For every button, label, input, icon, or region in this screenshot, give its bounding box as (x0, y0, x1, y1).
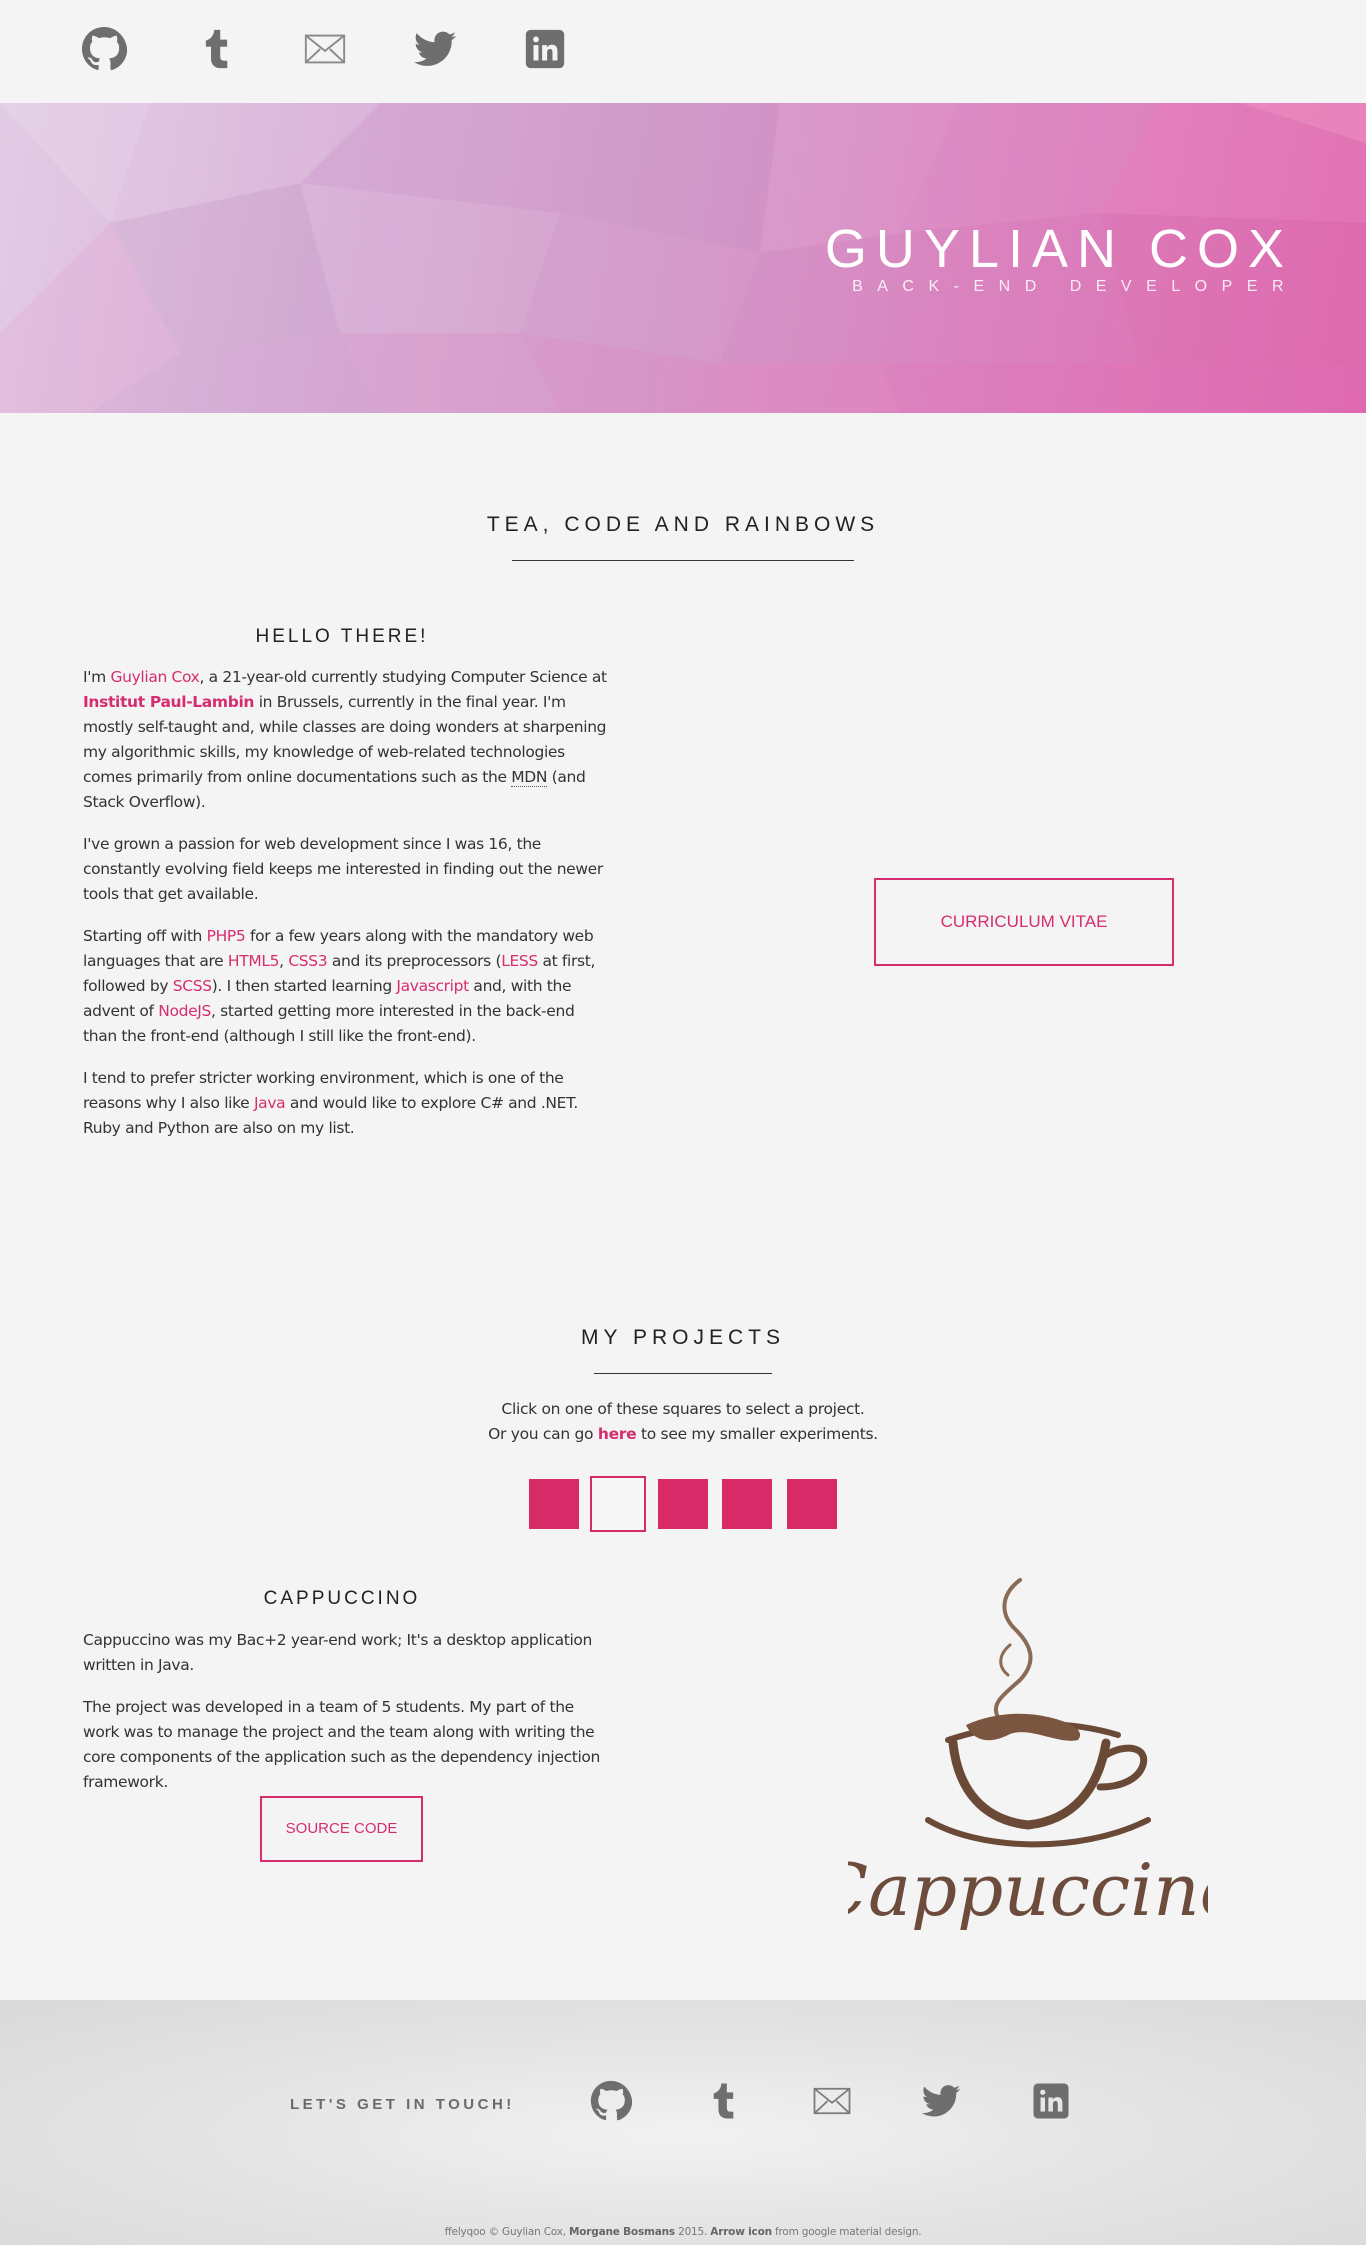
hero-banner: GUYLIAN COX BACK-END DEVELOPER (0, 103, 1366, 413)
mail-icon[interactable] (302, 26, 348, 72)
twitter-icon[interactable] (412, 26, 458, 72)
credits-author-link[interactable]: Morgane Bosmans (569, 2226, 675, 2238)
projects-section-title: MY PROJECTS (581, 1326, 785, 1349)
credits-icon-link[interactable]: Arrow icon (710, 2226, 772, 2238)
footer: LET'S GET IN TOUCH! ffelyqoo © Guylian C… (0, 2000, 1366, 2245)
project-paragraph-1: Cappuccino was my Bac+2 year-end work; I… (83, 1631, 593, 1674)
less-link[interactable]: LESS (501, 952, 538, 970)
mail-icon[interactable] (811, 2080, 853, 2122)
section-divider (512, 560, 854, 561)
javascript-link[interactable]: Javascript (396, 977, 469, 995)
project-square[interactable] (658, 1479, 708, 1529)
cv-button[interactable]: CURRICULUM VITAE (874, 878, 1174, 966)
css-link[interactable]: CSS3 (288, 952, 327, 970)
project-square[interactable] (722, 1479, 772, 1529)
about-text: I'm Guylian Cox, a 21-year-old currently… (83, 665, 608, 1158)
section-divider (594, 1373, 772, 1374)
logo-text: Cappuccino (848, 1848, 1208, 1932)
coffee-cup-icon: Cappuccino (813, 1578, 1243, 1932)
mdn-abbr: MDN (511, 768, 548, 787)
linkedin-icon[interactable] (522, 26, 568, 72)
source-code-button[interactable]: SOURCE CODE (260, 1796, 423, 1862)
scss-link[interactable]: SCSS (173, 977, 212, 995)
about-paragraph-1: I'm Guylian Cox, a 21-year-old currently… (83, 668, 607, 811)
school-link[interactable]: Institut Paul-Lambin (83, 693, 254, 711)
about-paragraph-3: Starting off with PHP5 for a few years a… (83, 927, 596, 1045)
about-paragraph-4: I tend to prefer stricter working enviro… (83, 1069, 578, 1137)
hero-subtitle: BACK-END DEVELOPER (852, 278, 1298, 295)
contact-label: LET'S GET IN TOUCH! (290, 2096, 515, 2113)
experiments-link[interactable]: here (598, 1425, 637, 1443)
github-icon[interactable] (81, 26, 127, 72)
project-square[interactable] (787, 1479, 837, 1529)
linkedin-icon[interactable] (1030, 2080, 1072, 2122)
php-link[interactable]: PHP5 (207, 927, 246, 945)
project-square-selected[interactable] (590, 1476, 646, 1532)
projects-experiments-line: Or you can go here to see my smaller exp… (488, 1425, 878, 1443)
cappuccino-logo: Cappuccino (813, 1575, 1243, 1945)
hello-heading: HELLO THERE! (255, 626, 429, 647)
nodejs-link[interactable]: NodeJS (158, 1002, 211, 1020)
about-paragraph-2: I've grown a passion for web development… (83, 835, 603, 903)
top-social-bar (0, 0, 1366, 103)
github-icon[interactable] (590, 2080, 632, 2122)
project-name: CAPPUCCINO (263, 1588, 421, 1609)
tumblr-icon[interactable] (702, 2080, 744, 2122)
name-link[interactable]: Guylian Cox (110, 668, 199, 686)
about-section-title: TEA, CODE AND RAINBOWS (486, 513, 880, 536)
project-square[interactable] (529, 1479, 579, 1529)
hero-name: GUYLIAN COX (824, 219, 1293, 279)
tumblr-icon[interactable] (193, 26, 239, 72)
credits: ffelyqoo © Guylian Cox, Morgane Bosmans … (444, 2226, 922, 2238)
twitter-icon[interactable] (920, 2080, 962, 2122)
project-paragraph-2: The project was developed in a team of 5… (83, 1698, 601, 1791)
project-description: Cappuccino was my Bac+2 year-end work; I… (83, 1628, 608, 1812)
html-link[interactable]: HTML5 (228, 952, 280, 970)
projects-instructions: Click on one of these squares to select … (501, 1400, 865, 1418)
java-link[interactable]: Java (254, 1094, 286, 1112)
